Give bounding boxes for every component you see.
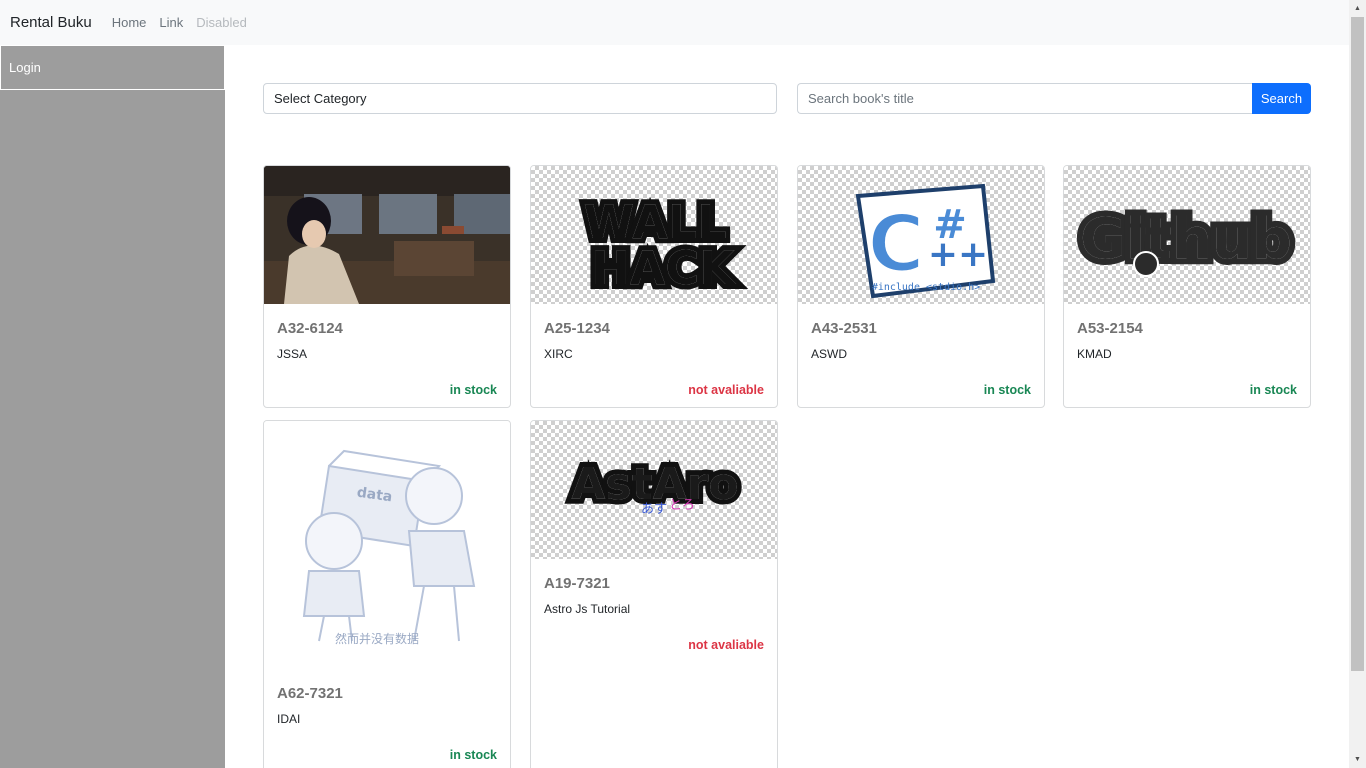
book-title: XIRC [544, 347, 573, 361]
svg-text:あす: あす [641, 502, 667, 517]
book-code: A62-7321 [277, 685, 343, 702]
svg-text:C: C [867, 200, 924, 290]
sidebar-item-login[interactable]: Login [0, 45, 225, 90]
book-code: A19-7321 [544, 575, 610, 592]
search-button[interactable]: Search [1252, 83, 1311, 114]
cover-caption: 然而并没有数据 [335, 631, 419, 646]
book-cover-image: Github Github [1064, 166, 1310, 304]
book-cover-image: C # ++ #include <stdio.h> [798, 166, 1044, 304]
stock-status: in stock [449, 383, 497, 397]
book-cover-image: AstAro AstAro あす とろ [531, 421, 777, 559]
stock-status: not avaliable [688, 638, 764, 652]
sidebar: Login [0, 45, 225, 768]
book-card[interactable]: WALL HACK WALL HACK A25-1234 XIRC not av… [530, 165, 778, 408]
book-card[interactable]: C # ++ #include <stdio.h> A43-2531 ASWD … [797, 165, 1045, 408]
nav-link-disabled: Disabled [196, 15, 247, 30]
search-input[interactable]: Search book's title [797, 83, 1253, 114]
book-card[interactable]: A32-6124 JSSA in stock [263, 165, 511, 408]
scrollbar-thumb[interactable] [1351, 17, 1364, 671]
svg-text:#include <stdio.h>: #include <stdio.h> [872, 282, 980, 293]
book-title: ASWD [811, 347, 847, 361]
book-cover-image: WALL HACK WALL HACK [531, 166, 777, 304]
nav-link-link[interactable]: Link [159, 15, 183, 30]
svg-text:とろ: とろ [669, 498, 695, 513]
book-title: KMAD [1077, 347, 1112, 361]
stock-status: in stock [983, 383, 1031, 397]
book-cover-image: data 然而并没有数据 [264, 421, 510, 661]
stock-status: in stock [1249, 383, 1297, 397]
navbar-brand[interactable]: Rental Buku [10, 14, 92, 31]
book-code: A53-2154 [1077, 320, 1143, 337]
book-code: A32-6124 [277, 320, 343, 337]
book-code: A43-2531 [811, 320, 877, 337]
book-title: Astro Js Tutorial [544, 602, 631, 616]
book-card[interactable]: AstAro AstAro あす とろ A19-7321 Astro Js Tu… [530, 420, 778, 768]
scroll-up-arrow-icon[interactable]: ▲ [1349, 0, 1366, 17]
top-navbar: Rental Buku Home Link Disabled [0, 0, 1349, 45]
category-select[interactable]: Select Category [263, 83, 777, 114]
svg-text:++: ++ [928, 234, 988, 275]
book-code: A25-1234 [544, 320, 610, 337]
vertical-scrollbar[interactable]: ▲ ▼ [1349, 0, 1366, 768]
nav-link-home[interactable]: Home [112, 15, 147, 30]
stock-status: not avaliable [688, 383, 764, 397]
scroll-down-arrow-icon[interactable]: ▼ [1349, 751, 1366, 768]
stock-status: in stock [449, 748, 497, 762]
svg-text:HACK: HACK [591, 241, 737, 295]
book-title: IDAI [277, 712, 301, 726]
book-title: JSSA [277, 347, 308, 361]
book-card[interactable]: data 然而并没有数据 A62-7321 IDAI in stock [263, 420, 511, 768]
svg-text:Github: Github [1080, 207, 1292, 272]
book-cover-image [264, 166, 510, 304]
book-card[interactable]: Github Github A53-2154 KMAD in stock [1063, 165, 1311, 408]
